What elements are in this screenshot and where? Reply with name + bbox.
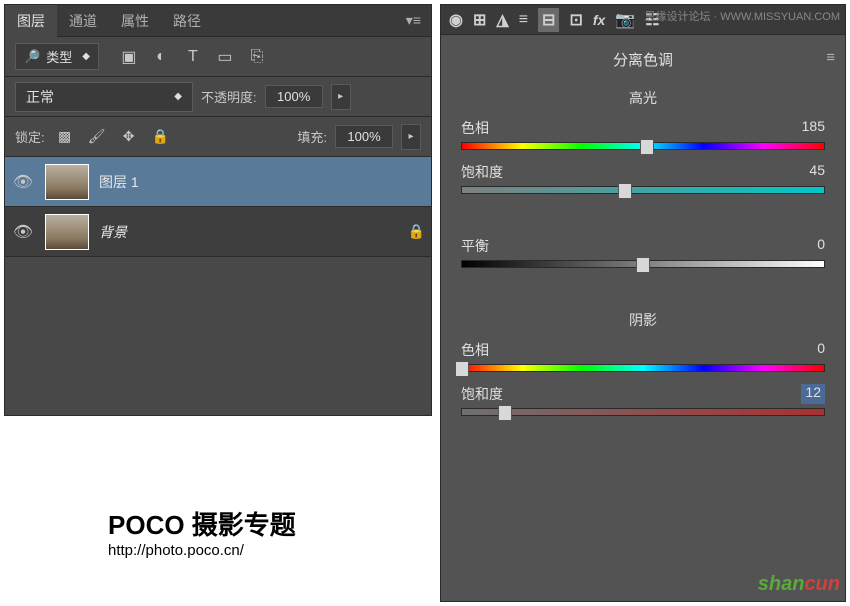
poco-title: POCO 摄影专题 bbox=[108, 505, 296, 542]
filter-smart-icon[interactable]: ⎘ bbox=[247, 47, 267, 67]
poco-brand: POCO 摄影专题 http://photo.poco.cn/ bbox=[108, 505, 296, 559]
highlights-saturation-slider[interactable] bbox=[461, 186, 825, 194]
fill-label: 填充: bbox=[297, 127, 327, 146]
watermark-top: 思缘设计论坛 · WWW.MISSYUAN.COM bbox=[644, 8, 840, 24]
tab-paths[interactable]: 路径 bbox=[161, 5, 213, 37]
dropdown-arrow-icon: ◆ bbox=[82, 51, 90, 62]
blend-row: 正常 ◆ 不透明度: 100% ▸ bbox=[5, 77, 431, 117]
visibility-icon[interactable]: 👁 bbox=[11, 222, 35, 242]
tab-layers[interactable]: 图层 bbox=[5, 5, 57, 37]
highlights-hue-group: 色相 185 饱和度 45 bbox=[441, 112, 845, 212]
shadows-hue-slider[interactable] bbox=[461, 364, 825, 372]
hue-label: 色相 bbox=[461, 118, 489, 138]
slider-handle[interactable] bbox=[640, 139, 654, 155]
layer-thumbnail[interactable] bbox=[45, 164, 89, 200]
balance-slider[interactable] bbox=[461, 260, 825, 268]
effects-icon[interactable]: fx bbox=[593, 12, 605, 28]
shadows-title: 阴影 bbox=[441, 300, 845, 334]
saturation-value[interactable]: 45 bbox=[809, 162, 825, 182]
shadows-saturation-slider[interactable] bbox=[461, 408, 825, 416]
hue-label: 色相 bbox=[461, 340, 489, 360]
opacity-arrow[interactable]: ▸ bbox=[331, 84, 351, 110]
fill-input[interactable]: 100% bbox=[335, 125, 393, 148]
search-icon: 🔎 bbox=[24, 49, 40, 65]
hsl-icon[interactable]: ≡ bbox=[519, 11, 528, 29]
split-toning-icon[interactable]: ⊟ bbox=[538, 8, 559, 32]
camera-icon[interactable]: 📷 bbox=[615, 10, 635, 30]
saturation-value[interactable]: 12 bbox=[801, 384, 825, 404]
layer-thumbnail[interactable] bbox=[45, 214, 89, 250]
blend-mode-dropdown[interactable]: 正常 ◆ bbox=[15, 82, 193, 112]
lock-position-icon[interactable]: ✥ bbox=[117, 125, 141, 149]
opacity-input[interactable]: 100% bbox=[265, 85, 323, 108]
balance-group: 平衡 0 bbox=[441, 230, 845, 286]
filter-shape-icon[interactable]: ▭ bbox=[215, 47, 235, 67]
slider-handle[interactable] bbox=[498, 405, 512, 421]
blend-mode-value: 正常 bbox=[26, 87, 54, 107]
lens-icon[interactable]: ⊡ bbox=[569, 10, 582, 30]
filter-type-label: 类型 bbox=[46, 47, 72, 66]
saturation-label: 饱和度 bbox=[461, 384, 503, 404]
layer-list: 👁 图层 1 👁 背景 🔒 bbox=[5, 157, 431, 257]
panel-title: 分离色调 ≡ bbox=[441, 35, 845, 78]
hue-value[interactable]: 185 bbox=[802, 118, 825, 138]
filter-icons: ▣ ◐ T ▭ ⎘ bbox=[119, 47, 267, 67]
lock-all-icon[interactable]: 🔒 bbox=[149, 125, 173, 149]
lock-pixels-icon[interactable]: 🖌 bbox=[85, 125, 109, 149]
filter-adjustment-icon[interactable]: ◐ bbox=[151, 47, 171, 67]
panel-tabs: 图层 通道 属性 路径 ▾≡ bbox=[5, 5, 431, 37]
tab-channels[interactable]: 通道 bbox=[57, 5, 109, 37]
highlights-title: 高光 bbox=[441, 78, 845, 112]
lock-icon: 🔒 bbox=[408, 223, 425, 240]
slider-handle[interactable] bbox=[618, 183, 632, 199]
filter-pixel-icon[interactable]: ▣ bbox=[119, 47, 139, 67]
lock-row: 锁定: ▩ 🖌 ✥ 🔒 填充: 100% ▸ bbox=[5, 117, 431, 157]
layer-item[interactable]: 👁 背景 🔒 bbox=[5, 207, 431, 257]
filter-row: 🔎 类型 ◆ ▣ ◐ T ▭ ⎘ bbox=[5, 37, 431, 77]
watermark-bottom: shancun bbox=[758, 573, 840, 596]
fill-arrow[interactable]: ▸ bbox=[401, 124, 421, 150]
visibility-icon[interactable]: 👁 bbox=[11, 172, 35, 192]
filter-type-icon[interactable]: T bbox=[183, 47, 203, 67]
hue-value[interactable]: 0 bbox=[817, 340, 825, 360]
layers-panel: 图层 通道 属性 路径 ▾≡ 🔎 类型 ◆ ▣ ◐ T ▭ ⎘ 正常 ◆ 不透明… bbox=[4, 4, 432, 416]
lock-transparency-icon[interactable]: ▩ bbox=[53, 125, 77, 149]
basic-icon[interactable]: ◉ bbox=[449, 10, 463, 30]
saturation-label: 饱和度 bbox=[461, 162, 503, 182]
layer-name: 背景 bbox=[99, 222, 127, 242]
shadows-hue-group: 色相 0 饱和度 12 bbox=[441, 334, 845, 434]
tab-properties[interactable]: 属性 bbox=[109, 5, 161, 37]
layer-name: 图层 1 bbox=[99, 172, 139, 192]
panel-menu-icon[interactable]: ≡ bbox=[826, 49, 835, 66]
split-toning-panel: ◉ ⊞ ◮ ≡ ⊟ ⊡ fx 📷 ☷ 分离色调 ≡ 高光 色相 185 饱和度 … bbox=[440, 4, 846, 602]
tone-curve-icon[interactable]: ⊞ bbox=[473, 10, 486, 30]
opacity-label: 不透明度: bbox=[201, 87, 257, 106]
lock-label: 锁定: bbox=[15, 127, 45, 146]
poco-url: http://photo.poco.cn/ bbox=[108, 542, 296, 559]
dropdown-arrow-icon: ◆ bbox=[174, 91, 182, 102]
layer-item[interactable]: 👁 图层 1 bbox=[5, 157, 431, 207]
balance-value[interactable]: 0 bbox=[817, 236, 825, 256]
detail-icon[interactable]: ◮ bbox=[496, 10, 508, 30]
balance-label: 平衡 bbox=[461, 236, 489, 256]
panel-menu-icon[interactable]: ▾≡ bbox=[396, 12, 431, 29]
slider-handle[interactable] bbox=[455, 361, 469, 377]
highlights-hue-slider[interactable] bbox=[461, 142, 825, 150]
filter-type-dropdown[interactable]: 🔎 类型 ◆ bbox=[15, 43, 99, 70]
slider-handle[interactable] bbox=[636, 257, 650, 273]
